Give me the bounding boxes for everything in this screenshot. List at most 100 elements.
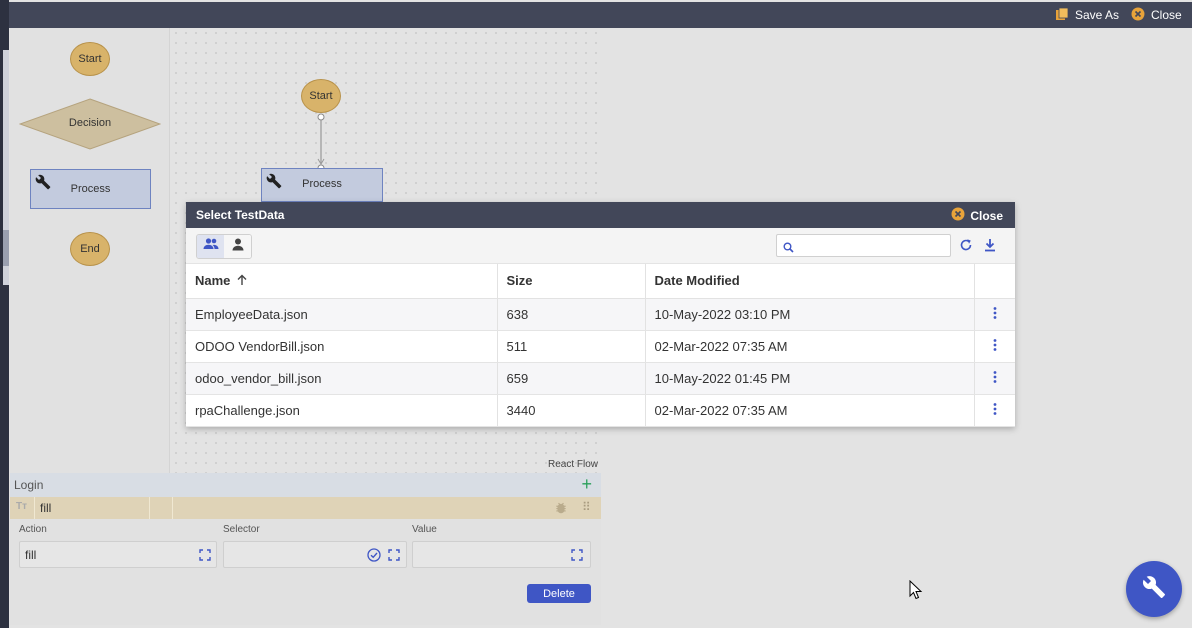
drag-icon[interactable]: ⠿ — [582, 500, 591, 514]
table-row[interactable]: rpaChallenge.json 3440 02-Mar-2022 07:35… — [186, 394, 1015, 427]
action-value: fill — [25, 548, 37, 562]
column-header-date[interactable]: Date Modified — [645, 264, 975, 299]
palette-end-node[interactable]: End — [70, 232, 110, 266]
row-date: 02-Mar-2022 07:35 AM — [645, 330, 975, 363]
flow-edge — [317, 113, 325, 172]
row-size: 638 — [497, 298, 646, 331]
column-header-size[interactable]: Size — [497, 264, 646, 299]
dialog-header: Select TestData Close — [186, 202, 1015, 228]
close-icon — [951, 207, 965, 224]
column-header-actions — [974, 264, 1015, 299]
column-date-label: Date Modified — [654, 273, 740, 289]
palette-process-node[interactable]: Process — [30, 169, 151, 209]
testdata-table: Name Size Date Modified EmployeeData.jso… — [186, 264, 1015, 427]
row-date: 02-Mar-2022 07:35 AM — [645, 394, 975, 427]
sort-up-icon[interactable] — [236, 274, 248, 289]
check-circle-icon[interactable] — [367, 548, 381, 565]
tools-fab-button[interactable] — [1126, 561, 1182, 617]
person-scope-button[interactable] — [224, 235, 251, 258]
more-vert-icon[interactable] — [974, 394, 1015, 427]
search-icon — [783, 240, 794, 258]
top-toolbar: Save As Close — [9, 2, 1192, 28]
expand-icon[interactable] — [199, 549, 211, 564]
canvas-start-node[interactable]: Start — [301, 79, 341, 113]
palette-end-label: End — [80, 243, 100, 255]
wrench-icon — [1142, 575, 1166, 604]
dialog-toolbar — [186, 228, 1015, 264]
more-vert-icon[interactable] — [974, 298, 1015, 331]
selector-label: Selector — [223, 524, 260, 535]
plus-icon[interactable]: + — [581, 475, 592, 493]
group-scope-button[interactable] — [197, 235, 224, 258]
expand-icon[interactable] — [388, 549, 400, 564]
step-label: fill — [40, 501, 52, 515]
dialog-close-label: Close — [970, 208, 1003, 223]
table-header-row: Name Size Date Modified — [186, 264, 1015, 299]
canvas-process-label: Process — [302, 178, 342, 190]
search-box[interactable] — [776, 234, 951, 257]
bug-icon[interactable] — [554, 501, 568, 520]
strip-marker — [3, 230, 9, 266]
value-field[interactable] — [412, 541, 591, 568]
react-flow-attribution[interactable]: React Flow — [548, 459, 598, 470]
selector-field[interactable] — [223, 541, 407, 568]
table-row[interactable]: ODOO VendorBill.json 511 02-Mar-2022 07:… — [186, 330, 1015, 363]
action-label: Action — [19, 524, 47, 535]
step-spacer-cell — [150, 497, 173, 519]
save-as-icon — [1055, 7, 1069, 24]
column-header-name[interactable]: Name — [186, 264, 498, 299]
more-vert-icon[interactable] — [974, 362, 1015, 395]
wrench-icon — [266, 173, 282, 192]
node-palette: Start Decision Process End — [10, 28, 170, 473]
person-icon — [232, 238, 244, 256]
step-name-cell — [35, 497, 150, 519]
scope-toggle — [196, 234, 252, 259]
row-size: 659 — [497, 362, 646, 395]
save-as-button[interactable]: Save As — [1055, 7, 1119, 23]
canvas-process-node[interactable]: Process — [261, 168, 383, 202]
row-name: odoo_vendor_bill.json — [186, 362, 498, 395]
row-name: rpaChallenge.json — [186, 394, 498, 427]
close-icon — [1131, 7, 1145, 24]
top-close-label: Close — [1151, 8, 1182, 22]
dialog-close-button[interactable]: Close — [951, 207, 1003, 224]
left-side-strip — [0, 0, 9, 628]
row-date: 10-May-2022 03:10 PM — [645, 298, 975, 331]
step-type-cell: Tт — [10, 497, 35, 519]
properties-panel: Login + Tт fill ⠿ Action fill Selector V… — [10, 473, 601, 625]
refresh-icon[interactable] — [959, 238, 973, 257]
row-size: 3440 — [497, 394, 646, 427]
palette-decision-node[interactable]: Decision — [19, 98, 161, 150]
row-date: 10-May-2022 01:45 PM — [645, 362, 975, 395]
download-icon[interactable] — [983, 238, 997, 257]
login-section-header[interactable]: Login + — [10, 473, 601, 497]
dialog-title: Select TestData — [196, 208, 285, 222]
row-name: EmployeeData.json — [186, 298, 498, 331]
palette-start-node[interactable]: Start — [70, 42, 110, 76]
palette-decision-label: Decision — [68, 117, 112, 129]
more-vert-icon[interactable] — [974, 330, 1015, 363]
action-field[interactable]: fill — [19, 541, 217, 568]
top-close-button[interactable]: Close — [1131, 7, 1182, 23]
palette-process-label: Process — [70, 183, 111, 195]
value-label: Value — [412, 524, 437, 535]
expand-icon[interactable] — [571, 549, 583, 564]
text-type-icon: Tт — [16, 501, 28, 512]
search-input[interactable] — [799, 237, 944, 254]
table-row[interactable]: odoo_vendor_bill.json 659 10-May-2022 01… — [186, 362, 1015, 395]
delete-label: Delete — [543, 587, 575, 600]
select-testdata-dialog: Select TestData Close Name Size Date Mod… — [186, 202, 1015, 427]
palette-start-label: Start — [78, 53, 102, 65]
column-name-label: Name — [195, 272, 231, 288]
table-row[interactable]: EmployeeData.json 638 10-May-2022 03:10 … — [186, 298, 1015, 331]
group-icon — [203, 237, 219, 256]
step-row[interactable]: Tт fill ⠿ — [10, 497, 601, 519]
row-size: 511 — [497, 330, 646, 363]
wrench-icon — [35, 174, 51, 193]
save-as-label: Save As — [1075, 8, 1120, 22]
delete-button[interactable]: Delete — [527, 584, 591, 603]
canvas-start-label: Start — [309, 90, 333, 102]
mouse-cursor-icon — [909, 579, 923, 605]
column-size-label: Size — [506, 273, 533, 289]
row-name: ODOO VendorBill.json — [186, 330, 498, 363]
